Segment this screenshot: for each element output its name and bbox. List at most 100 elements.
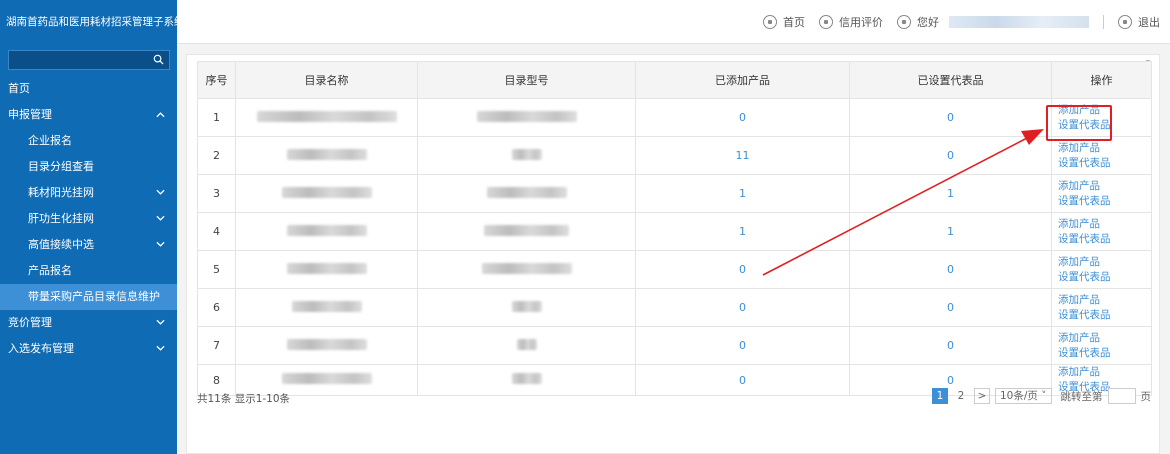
sidebar-item-label: 带量采购产品目录信息维护 (28, 290, 160, 303)
set-representative-link[interactable]: 设置代表品 (1058, 118, 1151, 133)
column-header-5: 操作 (1051, 61, 1152, 99)
table-row: 4 1 1 添加产品 设置代表品 (197, 212, 1152, 251)
add-product-link[interactable]: 添加产品 (1058, 217, 1151, 232)
redacted-text (486, 186, 567, 198)
catalog-name-cell (235, 326, 418, 365)
added-products-count[interactable]: 0 (635, 288, 850, 327)
table-row: 7 0 0 添加产品 设置代表品 (197, 326, 1152, 365)
redacted-text (286, 224, 367, 236)
sidebar-item-9[interactable]: 竞价管理 (0, 310, 177, 336)
table-body: 1 0 0 添加产品 设置代表品 2 11 0 添加产品 设置代表品 3 1 1 添加产品 设置代表品 4 1 1… (197, 98, 1152, 396)
column-header-2: 目录型号 (417, 61, 636, 99)
row-index-cell: 1 (197, 98, 236, 137)
redacted-text (291, 300, 362, 312)
home-link[interactable]: 首页 (783, 14, 805, 30)
redacted-text (286, 338, 367, 350)
added-products-count[interactable]: 0 (635, 326, 850, 365)
sidebar-search (8, 50, 170, 70)
sidebar-item-label: 入选发布管理 (8, 342, 74, 355)
catalog-model-cell (417, 136, 636, 175)
redacted-text (481, 262, 572, 274)
sidebar-item-8[interactable]: 带量采购产品目录信息维护 (0, 284, 177, 310)
catalog-name-cell (235, 212, 418, 251)
catalog-name-cell (235, 136, 418, 175)
redacted-text (484, 224, 569, 236)
pagination: 1 2 > 10条/页 ˅ 跳转至第 页 (932, 388, 1151, 404)
added-products-count[interactable]: 1 (635, 212, 850, 251)
credit-link[interactable]: 信用评价 (839, 14, 883, 30)
add-product-link[interactable]: 添加产品 (1058, 366, 1151, 381)
set-representative-link[interactable]: 设置代表品 (1058, 308, 1151, 323)
table-row: 3 1 1 添加产品 设置代表品 (197, 174, 1152, 213)
add-product-link[interactable]: 添加产品 (1058, 141, 1151, 156)
set-representative-link[interactable]: 设置代表品 (1058, 194, 1151, 209)
catalog-model-cell (417, 98, 636, 137)
sidebar-item-label: 产品报名 (28, 264, 72, 277)
divider (1103, 15, 1104, 29)
row-index-cell: 7 (197, 326, 236, 365)
sidebar-search-input[interactable] (9, 51, 149, 69)
actions-cell: 添加产品 设置代表品 (1051, 136, 1152, 175)
add-product-link[interactable]: 添加产品 (1058, 331, 1151, 346)
redacted-text (256, 110, 397, 122)
sidebar-item-2[interactable]: 企业报名 (0, 128, 177, 154)
catalog-model-cell (417, 288, 636, 327)
sidebar-item-6[interactable]: 高值接续中选 (0, 232, 177, 258)
actions-cell: 添加产品 设置代表品 (1051, 212, 1152, 251)
next-page-button[interactable]: > (974, 388, 990, 404)
sidebar-item-0[interactable]: 首页 (0, 76, 177, 102)
page-1-button[interactable]: 1 (932, 388, 948, 404)
set-representative-link[interactable]: 设置代表品 (1058, 232, 1151, 247)
sidebar-item-1[interactable]: 申报管理 (0, 102, 177, 128)
sidebar-item-7[interactable]: 产品报名 (0, 258, 177, 284)
row-index-cell: 2 (197, 136, 236, 175)
representative-count[interactable]: 1 (849, 174, 1052, 213)
logout-link[interactable]: 退出 (1138, 14, 1160, 30)
actions-cell: 添加产品 设置代表品 (1051, 288, 1152, 327)
representative-count[interactable]: 0 (849, 98, 1052, 137)
table-row: 5 0 0 添加产品 设置代表品 (197, 250, 1152, 289)
added-products-count[interactable]: 0 (635, 250, 850, 289)
add-product-link[interactable]: 添加产品 (1058, 293, 1151, 308)
sidebar-item-10[interactable]: 入选发布管理 (0, 336, 177, 362)
table-header-row: 序号 目录名称 目录型号 已添加产品 已设置代表品 操作 (197, 61, 1152, 99)
representative-count[interactable]: 0 (849, 136, 1052, 175)
sidebar-item-5[interactable]: 肝功生化挂网 (0, 206, 177, 232)
add-product-link[interactable]: 添加产品 (1058, 255, 1151, 270)
add-product-link[interactable]: 添加产品 (1058, 103, 1151, 118)
username-redacted (949, 16, 1089, 28)
added-products-count[interactable]: 0 (635, 98, 850, 137)
sidebar-item-label: 竞价管理 (8, 316, 52, 329)
representative-count[interactable]: 0 (849, 288, 1052, 327)
column-header-3: 已添加产品 (635, 61, 850, 99)
set-representative-link[interactable]: 设置代表品 (1058, 156, 1151, 171)
chevron-down-icon (156, 215, 165, 221)
added-products-count[interactable]: 11 (635, 136, 850, 175)
sidebar: 湖南首药品和医用耗材招采管理子系统 首页 申报管理 企业报名 目录分组查看 耗材阳光挂网… (0, 0, 177, 454)
representative-count[interactable]: 0 (849, 326, 1052, 365)
row-index-cell: 3 (197, 174, 236, 213)
redacted-text (511, 148, 542, 160)
goto-page-input[interactable] (1107, 388, 1136, 404)
catalog-panel: 序号 目录名称 目录型号 已添加产品 已设置代表品 操作 1 0 0 添加产品 设置代表品 2 11 0… (186, 54, 1160, 454)
page-size-select[interactable]: 10条/页 ˅ (995, 388, 1052, 404)
greeting-text: 您好 (917, 16, 939, 29)
sidebar-item-label: 高值接续中选 (28, 238, 94, 251)
added-products-count[interactable]: 1 (635, 174, 850, 213)
sidebar-item-label: 耗材阳光挂网 (28, 186, 94, 199)
search-icon[interactable] (153, 54, 164, 65)
catalog-model-cell (417, 326, 636, 365)
record-summary: 共11条 显示1-10条 (197, 393, 291, 405)
column-header-4: 已设置代表品 (849, 61, 1052, 99)
redacted-text (511, 373, 542, 384)
representative-count[interactable]: 1 (849, 212, 1052, 251)
chevron-down-icon (156, 189, 165, 195)
sidebar-item-4[interactable]: 耗材阳光挂网 (0, 180, 177, 206)
page-2-button[interactable]: 2 (953, 388, 969, 404)
add-product-link[interactable]: 添加产品 (1058, 179, 1151, 194)
sidebar-item-label: 首页 (8, 82, 30, 95)
sidebar-item-3[interactable]: 目录分组查看 (0, 154, 177, 180)
set-representative-link[interactable]: 设置代表品 (1058, 346, 1151, 361)
representative-count[interactable]: 0 (849, 250, 1052, 289)
set-representative-link[interactable]: 设置代表品 (1058, 270, 1151, 285)
